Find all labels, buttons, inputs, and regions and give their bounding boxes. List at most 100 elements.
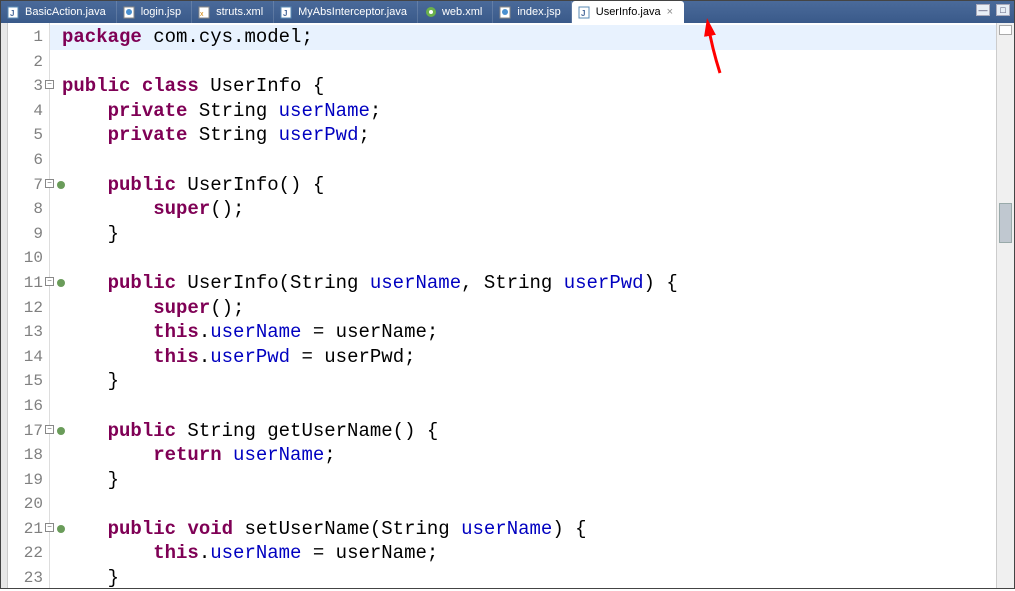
jsp-file-icon (499, 5, 513, 19)
code-line[interactable] (62, 50, 996, 75)
token-plain (62, 518, 108, 540)
code-editor[interactable]: 123−4567−891011−121314151617−18192021−22… (1, 23, 1014, 588)
code-line[interactable]: this.userPwd = userPwd; (62, 345, 996, 370)
token-plain (62, 346, 153, 368)
scrollbar-thumb[interactable] (999, 203, 1012, 243)
code-line[interactable] (62, 394, 996, 419)
token-kw: this (153, 346, 199, 368)
code-line[interactable]: } (62, 566, 996, 591)
code-line[interactable] (62, 492, 996, 517)
token-plain: userPwd; (324, 346, 415, 368)
token-plain: . (199, 321, 210, 343)
code-line[interactable]: return userName; (62, 443, 996, 468)
line-number[interactable]: 18 (8, 443, 43, 468)
line-number[interactable]: 14 (8, 345, 43, 370)
close-icon[interactable]: × (667, 6, 673, 18)
line-number[interactable]: 20 (8, 492, 43, 517)
token-field: userPwd (279, 124, 359, 146)
token-plain: String getUserName() { (176, 420, 438, 442)
code-line[interactable]: package com.cys.model; (50, 25, 1000, 50)
code-line[interactable]: } (62, 468, 996, 493)
line-number[interactable]: 2 (8, 50, 43, 75)
code-line[interactable]: public UserInfo(String userName, String … (62, 271, 996, 296)
code-line[interactable]: private String userName; (62, 99, 996, 124)
code-line[interactable] (62, 246, 996, 271)
code-line[interactable]: super(); (62, 197, 996, 222)
line-number[interactable]: 17− (8, 419, 43, 444)
line-number[interactable]: 12 (8, 296, 43, 321)
token-kw: return (153, 444, 221, 466)
token-plain: ) { (552, 518, 586, 540)
token-plain (176, 518, 187, 540)
line-number[interactable]: 9 (8, 222, 43, 247)
code-line[interactable]: this.userName = userName; (62, 541, 996, 566)
code-line[interactable]: public class UserInfo { (62, 74, 996, 99)
code-content[interactable]: package com.cys.model;public class UserI… (50, 23, 996, 588)
token-plain (62, 124, 108, 146)
token-field: userName (210, 542, 301, 564)
code-line[interactable] (62, 148, 996, 173)
line-number[interactable]: 21− (8, 517, 43, 542)
token-plain: } (62, 223, 119, 245)
java-file-icon: J (7, 5, 21, 19)
tab-userinfo-java[interactable]: JUserInfo.java× (572, 1, 684, 23)
token-plain: UserInfo(String (176, 272, 370, 294)
tab-label: web.xml (442, 6, 482, 18)
token-field: userName (210, 321, 301, 343)
code-line[interactable]: public UserInfo() { (62, 173, 996, 198)
code-line[interactable]: this.userName = userName; (62, 320, 996, 345)
minimize-button[interactable]: — (976, 4, 990, 16)
code-line[interactable]: super(); (62, 296, 996, 321)
overview-indicator (999, 25, 1012, 35)
token-kw: public (108, 174, 176, 196)
line-number[interactable]: 19 (8, 468, 43, 493)
token-kw: private (108, 124, 188, 146)
code-line[interactable]: } (62, 369, 996, 394)
tab-label: login.jsp (141, 6, 181, 18)
maximize-button[interactable]: □ (996, 4, 1010, 16)
line-number-gutter[interactable]: 123−4567−891011−121314151617−18192021−22… (8, 23, 50, 588)
token-kw: public (108, 420, 176, 442)
token-field: userName (233, 444, 324, 466)
token-plain (62, 444, 153, 466)
line-number[interactable]: 11− (8, 271, 43, 296)
token-plain: ; (324, 444, 335, 466)
line-number[interactable]: 8 (8, 197, 43, 222)
token-kw: super (153, 297, 210, 319)
tab-login-jsp[interactable]: login.jsp (117, 1, 192, 23)
line-number[interactable]: 7− (8, 173, 43, 198)
line-number[interactable]: 6 (8, 148, 43, 173)
line-number[interactable]: 1 (8, 25, 43, 50)
token-plain: . (199, 542, 210, 564)
token-field: userPwd (564, 272, 644, 294)
line-number[interactable]: 23 (8, 566, 43, 591)
token-plain: ; (358, 124, 369, 146)
tab-index-jsp[interactable]: index.jsp (493, 1, 571, 23)
line-number[interactable]: 16 (8, 394, 43, 419)
tab-label: MyAbsInterceptor.java (298, 6, 407, 18)
tab-myabsinterceptor-java[interactable]: JMyAbsInterceptor.java (274, 1, 418, 23)
line-number[interactable]: 22 (8, 541, 43, 566)
token-plain (62, 321, 153, 343)
tab-label: index.jsp (517, 6, 560, 18)
line-number[interactable]: 15 (8, 369, 43, 394)
code-line[interactable]: public void setUserName(String userName)… (62, 517, 996, 542)
svg-text:J: J (10, 9, 14, 18)
tab-basicaction-java[interactable]: JBasicAction.java (1, 1, 117, 23)
code-line[interactable]: public String getUserName() { (62, 419, 996, 444)
overview-ruler[interactable] (996, 23, 1014, 588)
token-plain: , String (461, 272, 564, 294)
code-line[interactable]: } (62, 222, 996, 247)
line-number[interactable]: 10 (8, 246, 43, 271)
code-line[interactable]: private String userPwd; (62, 123, 996, 148)
webxml-file-icon (424, 5, 438, 19)
jsp-file-icon (123, 5, 137, 19)
line-number[interactable]: 4 (8, 99, 43, 124)
tab-web-xml[interactable]: web.xml (418, 1, 493, 23)
token-plain: = (301, 542, 335, 564)
token-plain: = (290, 346, 324, 368)
line-number[interactable]: 5 (8, 123, 43, 148)
line-number[interactable]: 3− (8, 74, 43, 99)
tab-struts-xml[interactable]: xstruts.xml (192, 1, 274, 23)
line-number[interactable]: 13 (8, 320, 43, 345)
